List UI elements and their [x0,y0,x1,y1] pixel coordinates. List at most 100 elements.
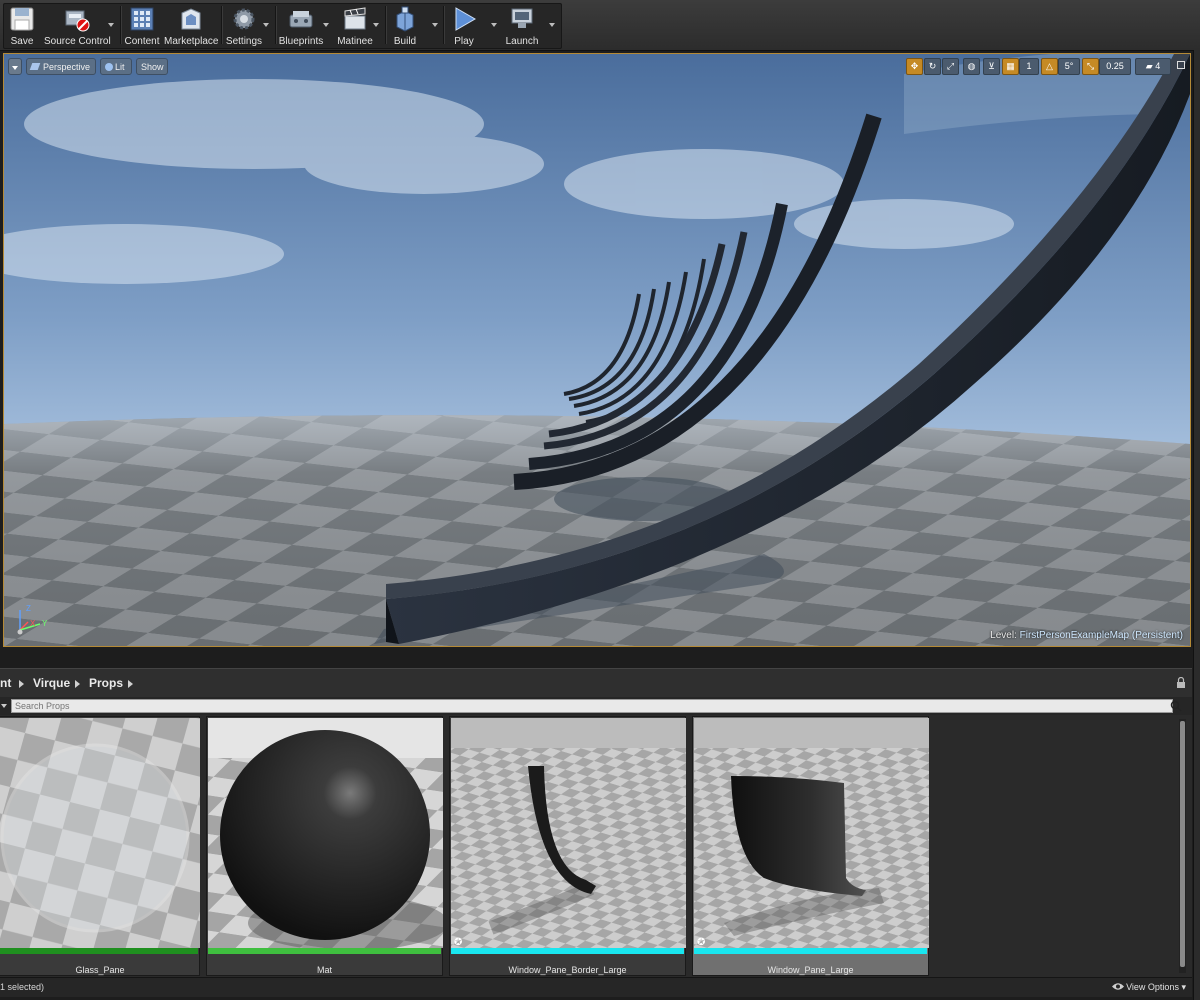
blueprints-button[interactable]: Blueprints [278,3,329,47]
source-control-icon [65,10,90,32]
build-button[interactable]: Build [388,3,438,47]
play-button[interactable]: Play [446,3,497,47]
matinee-dropdown-caret[interactable] [373,23,379,27]
coordinate-system-button[interactable]: ◍ [963,58,980,75]
matinee-icon [344,7,366,30]
matinee-label: Matinee [337,36,373,47]
asset-grid-scrollbar[interactable] [1179,719,1186,973]
asset-thumbnail [694,718,929,948]
rotation-snap-value[interactable]: 5° [1058,58,1080,75]
play-dropdown-caret[interactable] [491,23,497,27]
perspective-icon [29,63,41,70]
filter-dropdown-icon[interactable] [1,704,7,708]
maximize-viewport-icon[interactable] [1177,61,1185,69]
launch-icon [511,8,533,28]
rotate-icon: ↻ [928,61,937,71]
source-control-dropdown-caret[interactable] [108,23,114,27]
save-icon [10,7,34,31]
show-label: Show [141,62,164,72]
axis-gizmo: Z X Y [17,604,48,635]
scrollbar-thumb[interactable] [1180,721,1185,967]
move-icon: ✥ [910,61,919,71]
build-dropdown-caret[interactable] [432,23,438,27]
viewport-scene[interactable] [4,54,1190,646]
rotate-tool-button[interactable]: ↻ [924,58,941,75]
lock-icon[interactable] [1176,677,1186,688]
grid-snap-value[interactable]: 1 [1019,58,1039,75]
toolbar-separator [120,6,121,44]
grid-snap-toggle[interactable]: ▦ [1002,58,1019,75]
angle-icon: △ [1046,61,1053,71]
breadcrumb-props[interactable]: Props [89,676,123,690]
build-icon [396,6,414,32]
launch-label: Launch [505,36,539,47]
lighting-label: Lit [115,62,125,72]
view-mode-perspective-button[interactable]: Perspective [26,58,96,75]
search-icon[interactable] [1170,700,1182,712]
matinee-button[interactable]: Matinee [334,3,379,47]
grid-snap-value-label: 1 [1026,61,1032,71]
save-button[interactable]: Save [6,3,38,47]
settings-dropdown-caret[interactable] [263,23,269,27]
surface-snap-icon: ⊻ [988,61,995,71]
grid-icon: ▦ [1006,61,1015,71]
play-icon [455,7,476,31]
asset-tile-mat[interactable]: Mat [206,716,443,976]
camera-speed-label: 4 [1155,61,1161,71]
marketplace-icon [181,8,201,30]
launch-dropdown-caret[interactable] [549,23,555,27]
settings-icon [233,8,255,30]
scale-snap-label: 0.25 [1106,61,1124,71]
rotation-snap-toggle[interactable]: △ [1041,58,1058,75]
asset-tile-window-pane-border-large[interactable]: ✪ Window_Pane_Border_Large [449,716,686,976]
scale-tool-button[interactable]: ⤢ [942,58,959,75]
asset-type-strip [694,948,927,954]
asset-type-strip [451,948,684,954]
show-flags-button[interactable]: Show [136,58,168,75]
scale-snap-value[interactable]: 0.25 [1099,58,1131,75]
breadcrumb-arrow-icon[interactable] [19,680,24,688]
level-viewport[interactable]: Perspective Lit Show ✥ ↻ ⤢ ◍ ⊻ ▦ 1 △ 5° … [3,53,1191,647]
level-name: FirstPersonExampleMap (Persistent) [1019,630,1183,641]
blueprints-dropdown-caret[interactable] [323,23,329,27]
favorite-star-icon[interactable]: ✪ [697,938,706,948]
eye-icon[interactable] [1112,982,1124,991]
content-button[interactable]: Content [124,3,160,47]
globe-icon: ◍ [967,61,976,71]
asset-tile-glass-pane[interactable]: Glass_Pane [0,716,200,976]
search-props-input[interactable] [11,699,1173,713]
lighting-mode-button[interactable]: Lit [100,58,132,75]
build-label: Build [393,36,417,47]
asset-thumbnail [451,718,686,948]
asset-grid: Glass_Pane Mat ✪ Window_Pane_Border_Larg… [0,715,1192,977]
scale-snap-toggle[interactable]: ⤡ [1082,58,1099,75]
surface-snap-button[interactable]: ⊻ [983,58,1000,75]
content-icon [130,7,154,31]
breadcrumb-content[interactable]: nt [0,676,11,690]
save-label: Save [10,36,34,47]
blueprints-label: Blueprints [278,36,324,47]
asset-type-strip [0,948,198,954]
main-toolbar: Save Source Control Content Marketplace [0,0,1200,51]
breadcrumb-virque[interactable]: Virque [33,676,70,690]
marketplace-button[interactable]: Marketplace [164,3,218,47]
chevron-down-icon: ▾ [1181,982,1186,992]
breadcrumb-arrow-icon[interactable] [128,680,133,688]
content-browser-status-bar: 1 selected) View Options ▾ [0,977,1192,997]
breadcrumb-arrow-icon[interactable] [75,680,80,688]
settings-button[interactable]: Settings [224,3,269,47]
rotation-snap-label: 5° [1064,61,1074,71]
favorite-star-icon[interactable]: ✪ [454,938,463,948]
view-options-label: View Options [1126,982,1179,992]
toolbar-separator [275,6,276,44]
view-options-button[interactable]: View Options ▾ [1126,982,1186,993]
toolbar-separator [443,6,444,44]
camera-speed-button[interactable]: ▰ 4 [1135,58,1171,75]
source-control-button[interactable]: Source Control [44,3,114,47]
asset-tile-window-pane-large[interactable]: ✪ Window_Pane_Large [692,716,929,976]
scale-icon: ⤢ [946,61,955,71]
launch-button[interactable]: Launch [502,3,555,47]
asset-name: Glass_Pane [75,965,125,975]
viewport-options-dropdown[interactable] [8,58,22,75]
translate-tool-button[interactable]: ✥ [906,58,923,75]
